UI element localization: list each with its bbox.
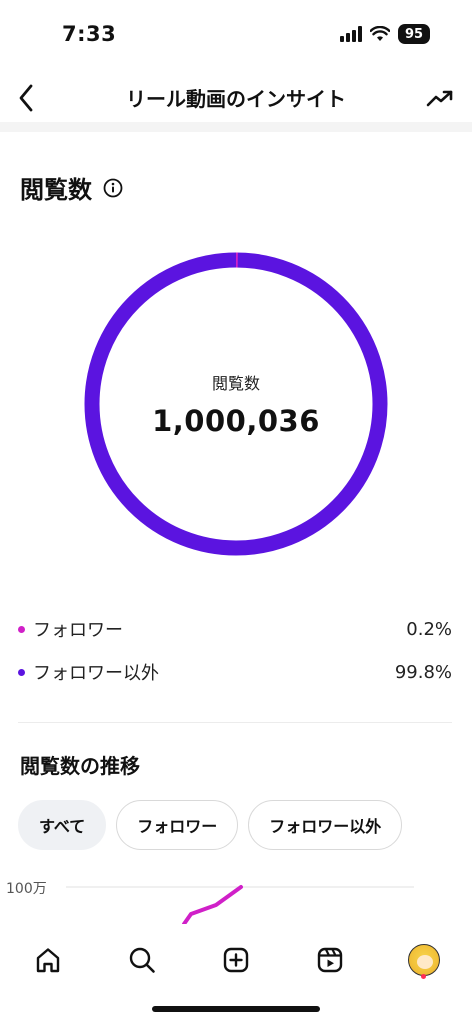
nav-create[interactable] [212,936,260,984]
trend-line [182,885,243,924]
donut-center: 閲覧数 1,000,036 [84,252,388,556]
legend-row-followers: フォロワー 0.2% [18,614,452,644]
status-bar: 7:33 95 [0,0,472,70]
page-title: リール動画のインサイト [126,87,346,111]
legend-row-non-followers: フォロワー以外 99.8% [18,657,452,687]
chip-followers[interactable]: フォロワー [116,800,239,850]
legend-dot-non-followers [18,668,25,676]
chip-all[interactable]: すべて [18,800,107,850]
trend-button[interactable] [420,80,460,116]
filter-chips: すべて フォロワー フォロワー以外 [18,800,403,850]
views-title: 閲覧数 [20,176,92,204]
chip-non-followers[interactable]: フォロワー以外 [248,800,403,850]
insights-screen: 7:33 95 リール動画のインサイト 閲覧数 閲覧数 1,000,036 フォ… [0,0,472,1024]
nav-reels[interactable] [306,936,354,984]
legend-label: フォロワー [33,620,123,641]
cellular-signal-icon [340,26,362,42]
views-donut-chart: 閲覧数 1,000,036 [84,252,388,556]
status-icons: 95 [340,24,430,44]
legend-value: 0.2% [406,618,452,640]
notification-dot [421,974,426,979]
search-icon [129,947,155,973]
donut-value: 1,000,036 [152,404,320,438]
legend-value: 99.8% [394,661,452,683]
home-indicator [152,1006,320,1012]
header-divider [0,122,472,132]
info-icon[interactable] [102,177,124,199]
section-divider [18,722,452,723]
legend-label: フォロワー以外 [33,663,159,684]
nav-home[interactable] [24,936,72,984]
status-time: 7:33 [62,22,117,46]
battery-icon: 95 [398,24,430,44]
header: リール動画のインサイト [0,70,472,124]
nav-search[interactable] [118,936,166,984]
avatar-face [417,955,433,969]
legend-dot-followers [18,625,25,633]
trend-title: 閲覧数の推移 [20,754,140,778]
wifi-icon [370,26,390,41]
home-icon [36,948,60,973]
views-section-header: 閲覧数 [20,170,124,205]
reels-icon [317,947,343,973]
donut-label: 閲覧数 [211,374,260,393]
create-icon [223,947,249,973]
trend-mini-chart [66,885,414,924]
trending-up-icon [426,90,453,107]
profile-avatar [408,944,440,976]
